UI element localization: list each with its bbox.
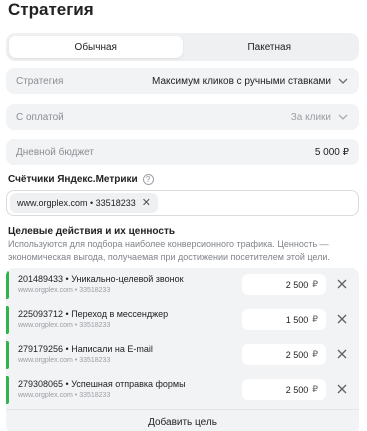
daily-budget-field[interactable]: Дневной бюджет 5 000 ₽: [6, 139, 359, 165]
tab-regular[interactable]: Обычная: [9, 36, 183, 58]
chevron-down-icon: [338, 78, 348, 84]
goal-value-input[interactable]: 2 500 ₽: [242, 274, 326, 295]
strategy-select[interactable]: Стратегия Максимум кликов с ручными став…: [6, 68, 359, 94]
payment-select[interactable]: С оплатой За клики: [6, 104, 359, 130]
goal-counter: www.orgplex.com • 33518233: [18, 392, 111, 399]
strategy-value: Максимум кликов с ручными ставками: [152, 75, 331, 87]
close-icon[interactable]: ✕: [142, 197, 151, 209]
goals-heading: Целевые действия и их ценность: [8, 226, 176, 237]
metrika-heading: Счётчики Яндекс.Метрики ?: [8, 174, 154, 185]
goal-name: 225093712 • Переход в мессенджер: [18, 309, 169, 319]
page-title: Стратегия: [8, 0, 94, 19]
goal-counter: www.orgplex.com • 33518233: [18, 287, 111, 294]
goal-value-input[interactable]: 2 500 ₽: [242, 344, 326, 365]
help-icon[interactable]: ?: [142, 174, 154, 185]
goal-status-bar: [6, 376, 9, 404]
goal-value: 2 500: [285, 384, 309, 395]
goal-row: 279179256 • Написали на E-mail www.orgpl…: [6, 338, 359, 373]
goal-value: 1 500: [285, 314, 309, 325]
chevron-down-icon: [338, 114, 348, 120]
currency-label: ₽: [312, 349, 318, 359]
metrika-counters-input[interactable]: www.orgplex.com • 33518233 ✕: [6, 190, 359, 216]
tab-package[interactable]: Пакетная: [183, 36, 357, 58]
payment-label: С оплатой: [16, 111, 64, 123]
add-goal-button[interactable]: Добавить цель: [6, 410, 359, 431]
daily-budget-label: Дневной бюджет: [16, 146, 94, 158]
close-icon[interactable]: [335, 382, 349, 396]
goal-row: 201489433 • Уникально-целевой звонок www…: [6, 268, 359, 303]
payment-value: За клики: [290, 111, 331, 123]
goal-status-bar: [6, 341, 9, 369]
strategy-label: Стратегия: [16, 75, 64, 87]
goal-value-input[interactable]: 1 500 ₽: [242, 309, 326, 330]
goals-list: 201489433 • Уникально-целевой звонок www…: [6, 268, 359, 431]
close-icon[interactable]: [335, 312, 349, 326]
counter-chip: www.orgplex.com • 33518233 ✕: [10, 193, 158, 213]
currency-label: ₽: [312, 384, 318, 394]
goal-counter: www.orgplex.com • 33518233: [18, 322, 111, 329]
goals-description: Используются для подбора наиболее конвер…: [8, 239, 330, 262]
goal-name: 201489433 • Уникально-целевой звонок: [18, 274, 184, 284]
goal-name: 279179256 • Написали на E-mail: [18, 344, 153, 354]
close-icon[interactable]: [335, 277, 349, 291]
currency-label: ₽: [312, 314, 318, 324]
metrika-title: Счётчики Яндекс.Метрики: [8, 174, 138, 185]
counter-chip-label: www.orgplex.com • 33518233: [17, 198, 136, 208]
goal-status-bar: [6, 271, 9, 299]
goal-name: 279308065 • Успешная отправка формы: [18, 379, 186, 389]
goal-row: 279308065 • Успешная отправка формы www.…: [6, 373, 359, 408]
daily-budget-value: 5 000 ₽: [314, 146, 349, 158]
currency-label: ₽: [312, 279, 318, 289]
goal-counter: www.orgplex.com • 33518233: [18, 357, 111, 364]
close-icon[interactable]: [335, 347, 349, 361]
goal-value: 2 500: [285, 349, 309, 360]
goal-value: 2 500: [285, 279, 309, 290]
goal-value-input[interactable]: 2 500 ₽: [242, 379, 326, 400]
goal-status-bar: [6, 306, 9, 334]
strategy-type-tabs: Обычная Пакетная: [6, 33, 359, 61]
goal-row: 225093712 • Переход в мессенджер www.org…: [6, 303, 359, 338]
